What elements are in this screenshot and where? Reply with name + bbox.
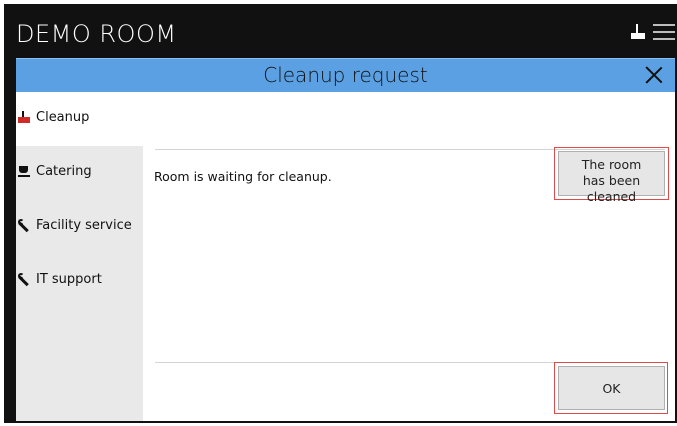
room-cleaned-button[interactable]: The room has been cleaned (558, 151, 665, 204)
top-bar: DEMO ROOM (4, 4, 677, 58)
menu-icon[interactable] (653, 24, 675, 40)
room-cleaned-button-line2: has been cleaned (582, 173, 641, 204)
sidebar-item-cleanup[interactable]: Cleanup (16, 92, 143, 146)
sidebar-item-label: Facility service (36, 218, 132, 233)
sidebar-item-facility-service[interactable]: Facility service (16, 200, 143, 254)
close-icon[interactable] (643, 64, 665, 86)
room-cleaned-button-line1: The room (581, 157, 642, 172)
sidebar-item-label: IT support (36, 272, 102, 287)
content-panel: Room is waiting for cleanup. The room ha… (143, 92, 675, 421)
ok-button[interactable]: OK (558, 366, 665, 410)
sidebar-item-label: Cleanup (36, 110, 90, 125)
wrench-icon (18, 273, 30, 287)
top-bar-icons (631, 20, 677, 44)
sidebar-item-catering[interactable]: Catering (16, 146, 143, 200)
cleanup-status-text: Room is waiting for cleanup. (154, 169, 332, 184)
dialog-header: Cleanup request (16, 58, 675, 93)
wrench-icon (18, 219, 30, 233)
sidebar-item-it-support[interactable]: IT support (16, 254, 143, 308)
cleanup-icon (18, 111, 30, 123)
sidebar-item-label: Catering (36, 164, 92, 179)
dialog-title: Cleanup request (263, 63, 428, 87)
room-title: DEMO ROOM (16, 20, 177, 48)
sidebar: Cleanup Catering Facility service IT sup… (16, 92, 143, 421)
catering-icon (18, 165, 30, 177)
cleanup-icon[interactable] (631, 24, 645, 40)
